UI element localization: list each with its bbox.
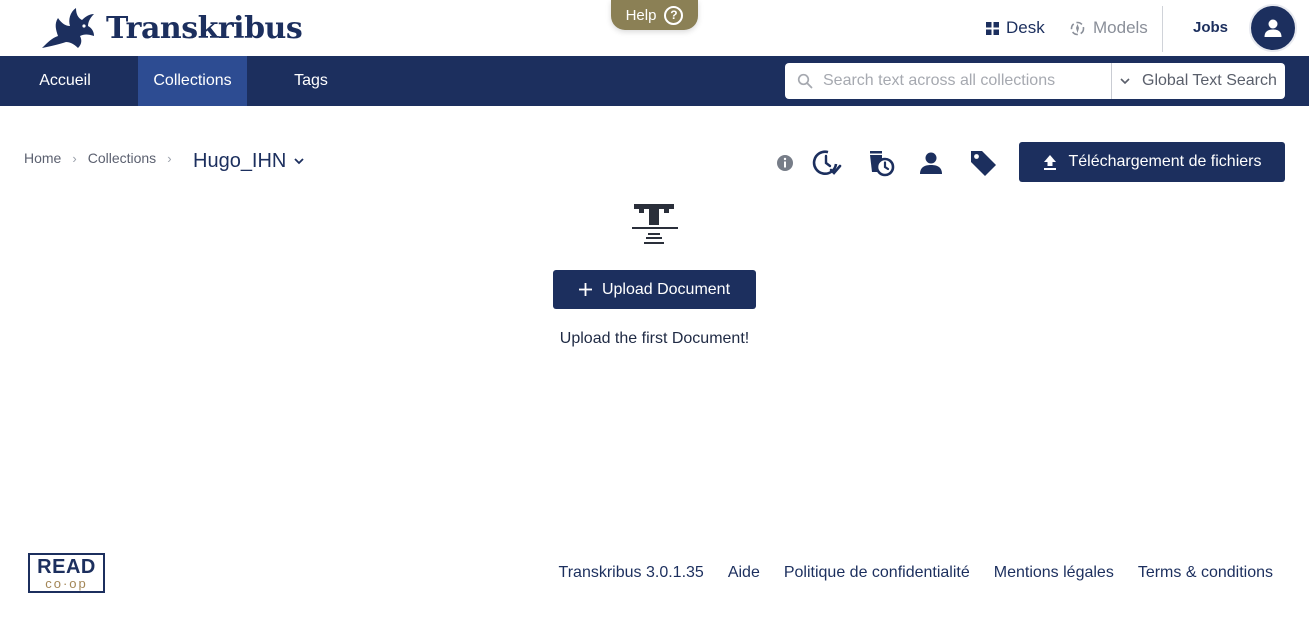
search-field[interactable] [785,63,1111,99]
user-access-icon[interactable] [918,150,944,176]
top-bar: Transkribus Help ? Desk Models Jobs [0,0,1309,56]
version-label: Transkribus 3.0.1.35 [558,564,704,581]
chevron-down-icon [294,158,305,165]
search-scope-select[interactable]: Global Text Search [1111,63,1285,99]
main-nav: Accueil Collections Tags Global Text Sea… [0,56,1309,106]
chevron-down-icon [1120,77,1130,84]
recycle-bin-icon[interactable] [866,148,896,178]
read-coop-logo[interactable]: READ co·op [28,553,105,593]
breadcrumb-home[interactable]: Home [24,150,61,166]
upload-document-label: Upload Document [601,280,731,298]
upload-files-button[interactable]: Téléchargement de fichiers [1019,142,1285,182]
page-title: Hugo_IHN [193,150,287,172]
nav-tags[interactable]: Tags [279,56,343,106]
search-icon [797,73,813,89]
history-icon[interactable] [812,148,842,178]
app-name: Transkribus [106,10,303,46]
grid-icon [986,21,999,35]
info-icon[interactable] [776,154,794,172]
models-link[interactable]: Models [1069,0,1148,56]
footer-link-aide[interactable]: Aide [728,564,760,582]
upload-icon [1043,155,1056,170]
models-icon [1070,21,1085,35]
footer-links: Transkribus 3.0.1.35 Aide Politique de c… [559,564,1273,582]
breadcrumb-collections[interactable]: Collections [88,150,156,166]
nav-accueil[interactable]: Accueil [24,56,106,106]
user-menu-button[interactable] [1249,4,1297,52]
help-button[interactable]: Help ? [611,0,698,30]
transkribus-document-icon [631,202,679,254]
read-logo-main: READ [37,555,96,578]
chevron-right-icon: › [167,150,172,166]
breadcrumb: Home › Collections › [24,150,183,166]
nav-collections[interactable]: Collections [138,56,247,106]
user-icon [1264,19,1282,37]
dragon-icon [42,8,94,48]
search-input[interactable] [823,72,1093,90]
upload-document-button[interactable]: Upload Document [553,270,756,309]
models-label: Models [1093,18,1148,37]
footer-link-legal[interactable]: Mentions légales [994,564,1114,582]
chevron-right-icon: › [72,150,77,166]
jobs-link[interactable]: Jobs [1193,19,1228,36]
read-logo-sub: co·op [45,575,88,591]
collection-selector[interactable]: Hugo_IHN [193,150,305,173]
desk-link[interactable]: Desk [986,0,1045,56]
transkribus-logo[interactable]: Transkribus [38,4,303,52]
search-scope-label: Global Text Search [1142,72,1277,89]
top-divider [1162,6,1163,52]
footer-link-terms[interactable]: Terms & conditions [1138,564,1273,582]
help-icon: ? [664,5,684,25]
plus-icon [578,283,592,296]
desk-label: Desk [1006,18,1045,37]
help-label: Help [625,6,657,24]
empty-state-message: Upload the first Document! [559,330,750,347]
tag-icon[interactable] [968,148,998,178]
footer-link-privacy[interactable]: Politique de confidentialité [784,564,970,582]
upload-files-label: Téléchargement de fichiers [1068,153,1262,170]
